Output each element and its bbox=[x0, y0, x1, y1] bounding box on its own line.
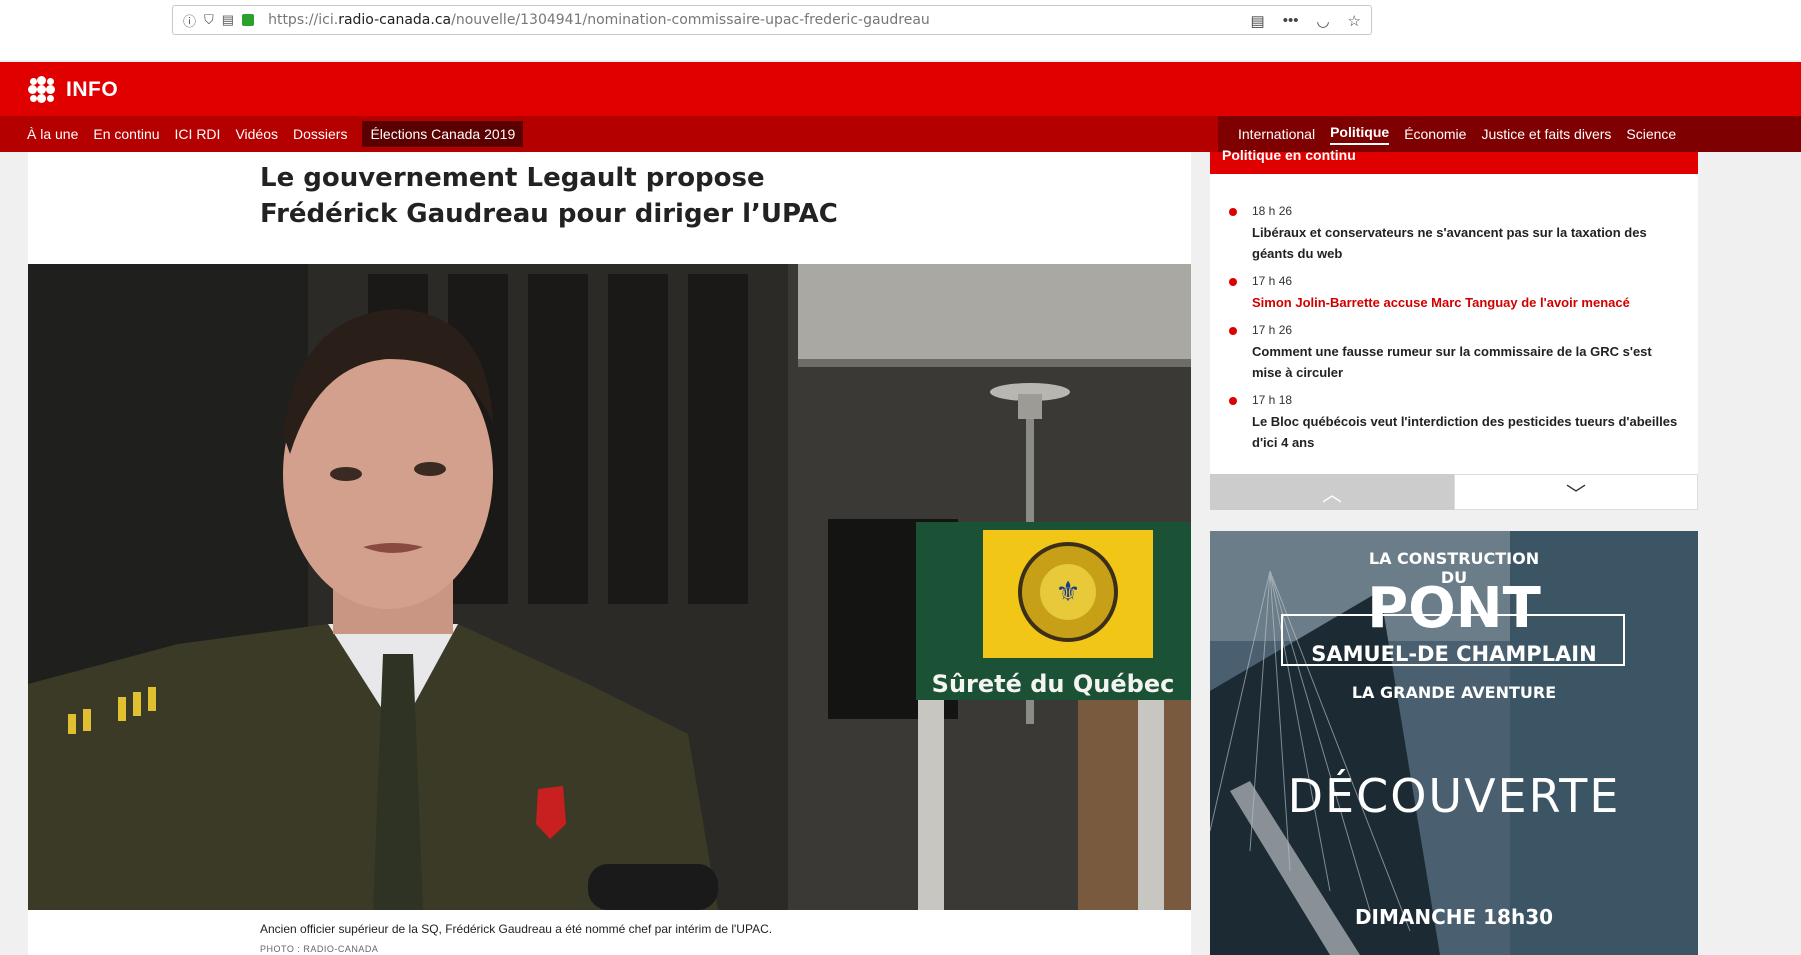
nav-videos[interactable]: Vidéos bbox=[235, 126, 278, 142]
bullet-dot-icon bbox=[1229, 397, 1237, 405]
nav-economie[interactable]: Économie bbox=[1404, 126, 1466, 142]
photo-credit: PHOTO : RADIO-CANADA bbox=[260, 944, 379, 954]
item-time: 18 h 26 bbox=[1252, 204, 1293, 218]
star-icon[interactable]: ☆ bbox=[1348, 12, 1361, 30]
ad-line-3: PONT bbox=[1367, 576, 1541, 641]
photo-caption: Ancien officier supérieur de la SQ, Fréd… bbox=[260, 922, 773, 936]
nav-dossiers[interactable]: Dossiers bbox=[293, 126, 347, 142]
url-domain: radio-canada.ca bbox=[338, 12, 452, 28]
item-time: 17 h 26 bbox=[1252, 323, 1293, 337]
url-prefix: https://ici. bbox=[268, 12, 339, 28]
main-nav: À la une En continu ICI RDI Vidéos Dossi… bbox=[0, 116, 1801, 152]
site-header: INFO bbox=[0, 62, 1801, 116]
scroll-up-button[interactable]: ︿ bbox=[1210, 474, 1454, 510]
item-title[interactable]: Comment une fausse rumeur sur la commiss… bbox=[1252, 341, 1680, 383]
lock-icon[interactable] bbox=[242, 14, 255, 26]
ad-banner[interactable]: LA CONSTRUCTION DU PONT SAMUEL-DE CHAMPL… bbox=[1210, 531, 1698, 955]
bullet-dot-icon bbox=[1229, 278, 1237, 286]
nav-justice[interactable]: Justice et faits divers bbox=[1481, 126, 1611, 142]
tab-icon: ▤ bbox=[221, 12, 235, 27]
bullet-dot-icon bbox=[1229, 327, 1237, 335]
nav-international[interactable]: International bbox=[1238, 126, 1315, 142]
nav-politique[interactable]: Politique bbox=[1330, 124, 1390, 145]
svg-text:⚜: ⚜ bbox=[1055, 575, 1080, 608]
more-icon[interactable]: ••• bbox=[1283, 12, 1299, 30]
bullet-dot-icon bbox=[1229, 208, 1237, 216]
cbc-gem-icon bbox=[28, 76, 56, 104]
site-logo[interactable]: INFO bbox=[28, 76, 118, 104]
url-path: /nouvelle/1304941/nomination-commissaire… bbox=[451, 12, 930, 28]
nav-science[interactable]: Science bbox=[1626, 126, 1676, 142]
nav-a-la-une[interactable]: À la une bbox=[27, 126, 78, 142]
politics-feed: Politique en continu 18 h 26 Libéraux et… bbox=[1210, 148, 1698, 510]
sign-text: Sûreté du Québec bbox=[932, 670, 1175, 698]
shield-icon[interactable]: ⛉ bbox=[204, 12, 214, 28]
logo-text: INFO bbox=[66, 78, 119, 101]
feed-list: 18 h 26 Libéraux et conservateurs ne s'a… bbox=[1210, 204, 1698, 453]
list-item[interactable]: 17 h 26 Comment une fausse rumeur sur la… bbox=[1210, 323, 1698, 383]
info-icon[interactable]: ⓘ bbox=[183, 11, 196, 30]
ad-line-5: LA GRANDE AVENTURE bbox=[1351, 683, 1557, 702]
ad-line-7: DIMANCHE 18h30 bbox=[1354, 905, 1554, 929]
article-headline: Le gouvernement Legault propose Frédéric… bbox=[260, 163, 838, 229]
list-item[interactable]: 17 h 18 Le Bloc québécois veut l'interdi… bbox=[1210, 393, 1698, 453]
nav-ici-rdi[interactable]: ICI RDI bbox=[175, 126, 221, 142]
ad-line-1: LA CONSTRUCTION bbox=[1368, 549, 1540, 568]
item-title[interactable]: Simon Jolin-Barrette accuse Marc Tanguay… bbox=[1252, 292, 1680, 313]
nav-elections[interactable]: Élections Canada 2019 bbox=[362, 121, 524, 147]
chevron-down-icon: ﹀ bbox=[1566, 483, 1586, 506]
chevron-up-icon: ︿ bbox=[1322, 483, 1342, 506]
reader-icon[interactable]: ▤ bbox=[1251, 12, 1265, 30]
browser-toolbar: ⓘ ⛉ ▤ https://ici.radio-canada.ca/nouvel… bbox=[0, 0, 1801, 60]
scroll-down-button[interactable]: ﹀ bbox=[1454, 474, 1698, 510]
url-text[interactable]: https://ici.radio-canada.ca/nouvelle/130… bbox=[268, 12, 930, 28]
feed-scroll-controls: ︿ ﹀ bbox=[1210, 474, 1698, 510]
ad-line-6: DÉCOUVERTE bbox=[1287, 769, 1621, 823]
item-title[interactable]: Libéraux et conservateurs ne s'avancent … bbox=[1252, 222, 1680, 264]
nav-en-continu[interactable]: En continu bbox=[93, 126, 159, 142]
pocket-icon[interactable]: ◡ bbox=[1316, 12, 1329, 30]
item-title[interactable]: Le Bloc québécois veut l'interdiction de… bbox=[1252, 411, 1680, 453]
list-item[interactable]: 17 h 46 Simon Jolin-Barrette accuse Marc… bbox=[1210, 274, 1698, 313]
feed-title[interactable]: Politique en continu bbox=[1210, 148, 1698, 174]
list-item[interactable]: 18 h 26 Libéraux et conservateurs ne s'a… bbox=[1210, 204, 1698, 264]
url-bar[interactable]: ⓘ ⛉ ▤ https://ici.radio-canada.ca/nouvel… bbox=[172, 5, 1372, 35]
photo-illustration: ⚜ Sûreté du Québec bbox=[28, 264, 1191, 910]
item-time: 17 h 18 bbox=[1252, 393, 1293, 407]
article-card: Le gouvernement Legault propose Frédéric… bbox=[28, 152, 1191, 955]
ad-line-4: SAMUEL-DE CHAMPLAIN bbox=[1311, 642, 1597, 666]
item-time: 17 h 46 bbox=[1252, 274, 1293, 288]
article-photo[interactable]: ⚜ Sûreté du Québec bbox=[28, 264, 1191, 910]
